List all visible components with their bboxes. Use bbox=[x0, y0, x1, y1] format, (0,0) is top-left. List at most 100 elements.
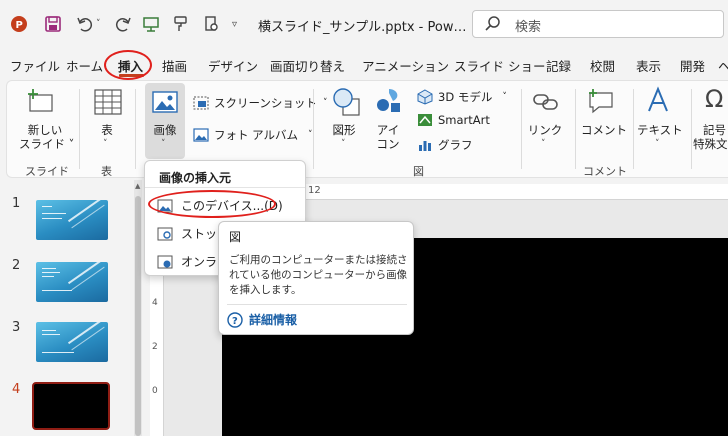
symbols-button-line2[interactable]: 特殊文 bbox=[693, 137, 728, 152]
annotation-circle-insert-tab bbox=[104, 50, 152, 80]
menu-divider bbox=[145, 187, 305, 188]
tab-record[interactable]: 記録 bbox=[546, 56, 571, 75]
thumbnail-scrollbar[interactable]: ▲ bbox=[134, 180, 142, 436]
tooltip-more-info-link[interactable]: ? 詳細情報 bbox=[227, 311, 297, 328]
screenshot-chevron-icon: ˅ bbox=[322, 98, 328, 108]
format-painter-icon[interactable] bbox=[172, 14, 190, 34]
chart-button[interactable]: グラフ bbox=[417, 137, 473, 153]
text-icon bbox=[643, 85, 673, 118]
link-icon bbox=[531, 89, 561, 118]
chart-label: グラフ bbox=[438, 138, 473, 152]
group-label-slide: スライド bbox=[25, 165, 69, 178]
new-slide-icon bbox=[27, 87, 57, 120]
tab-draw[interactable]: 描画 bbox=[162, 56, 187, 75]
slide-thumbnail-4-selected[interactable] bbox=[32, 382, 110, 430]
omega-icon: Ω bbox=[705, 85, 724, 113]
search-box[interactable]: 検索 bbox=[472, 10, 724, 38]
slide-thumbnail-1[interactable] bbox=[36, 200, 108, 240]
table-icon bbox=[93, 87, 123, 120]
tab-help[interactable]: ヘ bbox=[718, 56, 728, 75]
tab-view[interactable]: 表示 bbox=[636, 56, 661, 75]
undo-icon[interactable] bbox=[76, 14, 94, 34]
stock-images-icon bbox=[157, 227, 173, 240]
slide-number: 2 bbox=[12, 258, 21, 273]
icons-icon bbox=[373, 85, 403, 118]
picture-button-label: 画像 bbox=[153, 123, 177, 137]
photo-album-chevron-icon: ˅ bbox=[308, 130, 313, 140]
comment-button-label[interactable]: コメント bbox=[581, 123, 627, 138]
document-title: 横スライド_サンプル.pptx - Pow… bbox=[258, 20, 467, 35]
screenshot-icon bbox=[193, 96, 209, 110]
group-label-comment: コメント bbox=[583, 165, 627, 178]
icons-button-line1[interactable]: アイ bbox=[373, 123, 403, 138]
table-chevron-icon: ˅ bbox=[103, 139, 108, 149]
tooltip-divider bbox=[227, 304, 407, 305]
smartart-button[interactable]: SmartArt bbox=[417, 113, 490, 127]
presenter-icon[interactable] bbox=[142, 14, 160, 34]
table-button-label[interactable]: 表 bbox=[95, 123, 119, 138]
picture-icon bbox=[151, 89, 179, 118]
3d-model-button[interactable]: 3D モデル ˅ bbox=[417, 89, 507, 105]
group-divider bbox=[313, 89, 314, 169]
photo-album-button[interactable]: フォト アルバム ˅ bbox=[193, 127, 313, 143]
scroll-up-arrow-icon[interactable]: ▲ bbox=[135, 182, 140, 190]
scrollbar-thumb[interactable] bbox=[135, 196, 141, 436]
undo-dropdown-icon[interactable]: ˅ bbox=[96, 14, 101, 34]
photo-album-label: フォト アルバム bbox=[214, 128, 299, 142]
smartart-icon bbox=[418, 114, 432, 126]
shapes-icon bbox=[331, 87, 361, 120]
icons-button-line2[interactable]: コン bbox=[373, 137, 403, 152]
tab-slideshow[interactable]: スライド ショー bbox=[454, 56, 545, 75]
shapes-button-label[interactable]: 図形 bbox=[329, 123, 359, 138]
comment-icon bbox=[587, 87, 617, 118]
text-button-label[interactable]: テキスト bbox=[637, 123, 683, 138]
screenshot-label: スクリーンショット bbox=[214, 96, 317, 110]
ruler-mark: 2 bbox=[152, 342, 158, 352]
tab-file[interactable]: ファイル bbox=[10, 56, 60, 75]
group-divider bbox=[633, 89, 634, 169]
slide-thumbnail-3[interactable] bbox=[36, 322, 108, 362]
group-divider bbox=[575, 89, 576, 169]
slide-number-selected: 4 bbox=[12, 382, 21, 397]
slide-thumbnail-pane: 1 2 3 4 bbox=[0, 180, 142, 436]
ruler-mark: 12 bbox=[308, 185, 321, 196]
tab-home[interactable]: ホーム bbox=[66, 56, 103, 75]
svg-text:P: P bbox=[16, 20, 23, 31]
slide-number: 1 bbox=[12, 196, 21, 211]
group-label-figure: 図 bbox=[413, 165, 424, 178]
tab-developer[interactable]: 開発 bbox=[680, 56, 705, 75]
group-divider bbox=[521, 89, 522, 169]
more-info-label: 詳細情報 bbox=[249, 313, 298, 327]
group-divider bbox=[79, 89, 80, 169]
picture-chevron-icon: ˅ bbox=[161, 139, 166, 149]
group-divider bbox=[135, 89, 136, 169]
slide-thumbnail-2[interactable] bbox=[36, 262, 108, 302]
save-icon[interactable] bbox=[44, 14, 62, 34]
smartart-label: SmartArt bbox=[438, 113, 490, 127]
svg-text:?: ? bbox=[232, 316, 238, 327]
screenshot-button[interactable]: スクリーンショット ˅ bbox=[193, 95, 327, 111]
link-button-label[interactable]: リンク bbox=[525, 123, 565, 138]
link-chevron-icon: ˅ bbox=[541, 139, 546, 149]
new-slide-button-line1[interactable]: 新しい bbox=[25, 123, 65, 138]
print-preview-icon[interactable] bbox=[202, 14, 220, 34]
ruler-mark: 4 bbox=[152, 298, 158, 308]
redo-icon[interactable] bbox=[114, 14, 132, 34]
annotation-circle-this-device bbox=[148, 190, 276, 218]
tab-transitions[interactable]: 画面切り替え bbox=[270, 56, 345, 75]
text-chevron-icon: ˅ bbox=[655, 139, 660, 149]
chart-icon bbox=[419, 141, 431, 151]
symbols-button-line1[interactable]: 記号 bbox=[703, 123, 728, 138]
3d-model-icon bbox=[417, 89, 433, 105]
help-icon: ? bbox=[227, 311, 243, 328]
photo-album-icon bbox=[193, 128, 209, 142]
tab-review[interactable]: 校閲 bbox=[590, 56, 615, 75]
tab-design[interactable]: デザイン bbox=[208, 56, 258, 75]
ruler-mark: 0 bbox=[152, 386, 158, 396]
picture-tooltip: 図 ご利用のコンピューターまたは接続されている他のコンピューターから画像を挿入し… bbox=[218, 221, 414, 335]
search-icon bbox=[485, 16, 500, 31]
new-slide-button-line2[interactable]: スライド ˅ bbox=[19, 137, 74, 152]
customize-toolbar-icon[interactable]: ▿ bbox=[232, 14, 237, 34]
tab-animations[interactable]: アニメーション bbox=[362, 56, 449, 75]
slide-number: 3 bbox=[12, 320, 21, 335]
